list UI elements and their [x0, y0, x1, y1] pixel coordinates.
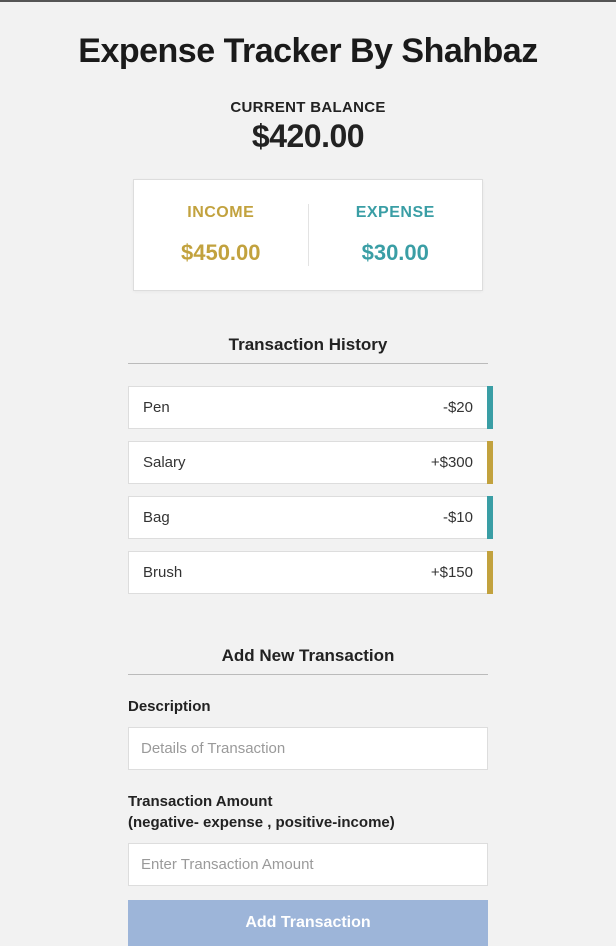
summary-card: INCOME $450.00 EXPENSE $30.00 [133, 179, 483, 291]
amount-input[interactable] [128, 843, 488, 886]
transaction-amount: -$20 [443, 399, 473, 416]
transaction-amount: +$150 [431, 564, 473, 581]
transaction-name: Salary [143, 454, 186, 471]
description-label: Description [128, 697, 488, 717]
transaction-item: Bag -$10 [128, 496, 488, 539]
add-transaction-section: Add New Transaction Description Transact… [128, 646, 488, 946]
history-section: Transaction History Pen -$20 Salary +$300 Ba… [128, 335, 488, 606]
transaction-item: Brush +$150 [128, 551, 488, 594]
transaction-amount: +$300 [431, 454, 473, 471]
income-value: $450.00 [134, 240, 308, 266]
income-label: INCOME [134, 204, 308, 222]
current-balance-value: $420.00 [230, 118, 385, 155]
transaction-list: Pen -$20 Salary +$300 Bag -$10 Brush +$150 [128, 386, 488, 594]
transaction-name: Bag [143, 509, 170, 526]
add-transaction-heading: Add New Transaction [128, 646, 488, 675]
transaction-item: Salary +$300 [128, 441, 488, 484]
transaction-item: Pen -$20 [128, 386, 488, 429]
transaction-amount: -$10 [443, 509, 473, 526]
history-heading: Transaction History [128, 335, 488, 364]
income-panel: INCOME $450.00 [134, 204, 309, 266]
expense-label: EXPENSE [309, 204, 483, 222]
add-transaction-button[interactable]: Add Transaction [128, 900, 488, 946]
current-balance-block: CURRENT BALANCE $420.00 [230, 99, 385, 155]
transaction-name: Pen [143, 399, 170, 416]
transaction-name: Brush [143, 564, 182, 581]
expense-panel: EXPENSE $30.00 [309, 204, 483, 266]
expense-value: $30.00 [309, 240, 483, 266]
page-title: Expense Tracker By Shahbaz [78, 32, 537, 71]
amount-label: Transaction Amount(negative- expense , p… [128, 792, 488, 833]
description-input[interactable] [128, 727, 488, 770]
current-balance-label: CURRENT BALANCE [230, 99, 385, 116]
